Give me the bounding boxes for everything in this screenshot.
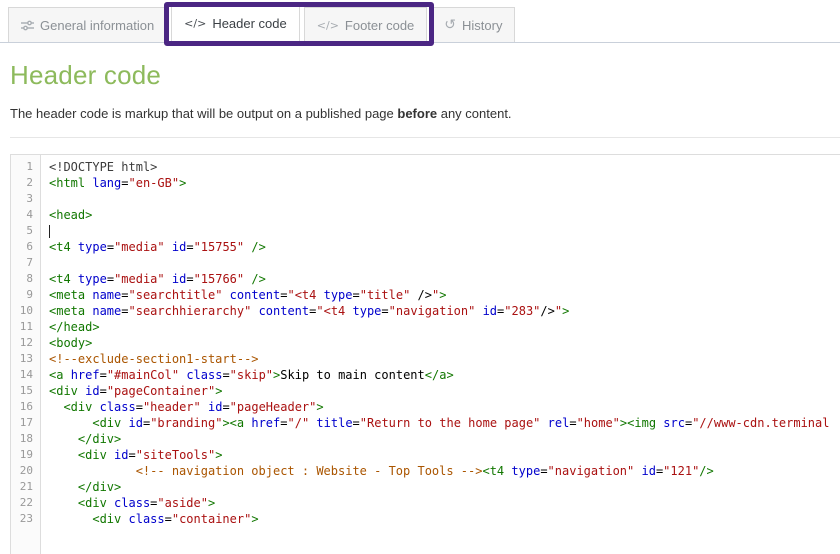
code-line: <meta name="searchhierarchy" content="<t… xyxy=(49,304,570,318)
line-number: 23 xyxy=(19,512,33,525)
line-number: 7 xyxy=(26,256,33,269)
description-bold: before xyxy=(397,106,438,121)
code-line: <div class="container"> xyxy=(92,512,259,526)
code-line: <head> xyxy=(49,208,93,222)
main-content: Header code The header code is markup th… xyxy=(0,60,840,554)
page-description: The header code is markup that will be o… xyxy=(10,106,840,121)
page-title: Header code xyxy=(10,60,162,90)
line-number: 18 xyxy=(19,432,33,445)
tab-header-code[interactable]: </> Header code xyxy=(171,2,300,43)
line-number: 21 xyxy=(19,480,33,493)
line-number: 20 xyxy=(19,464,33,477)
line-number: 15 xyxy=(19,384,33,397)
tab-general-information[interactable]: General information xyxy=(8,7,168,42)
history-icon: ↺ xyxy=(444,16,457,33)
code-line: <a href="#mainCol" class="skip">Skip to … xyxy=(49,368,454,382)
code-line: </head> xyxy=(49,320,100,334)
description-text: The header code is markup that will be o… xyxy=(10,106,398,121)
line-number: 10 xyxy=(19,304,33,317)
code-line: </div> xyxy=(77,432,122,446)
line-number: 19 xyxy=(19,448,33,461)
code-text-area[interactable]: <!DOCTYPE html> <html lang="en-GB"> <head>… xyxy=(41,155,840,554)
line-number: 16 xyxy=(19,400,33,413)
line-number: 9 xyxy=(26,288,33,301)
code-line: <div class="aside"> xyxy=(77,496,216,510)
code-line: <!DOCTYPE html> xyxy=(49,160,158,174)
tab-bar: General information </> Header code </> Foot… xyxy=(0,0,840,43)
line-number: 1 xyxy=(26,160,33,173)
line-number: 6 xyxy=(26,240,33,253)
description-text-after: any content. xyxy=(437,106,512,121)
tab-label: Footer code xyxy=(344,17,415,33)
tab-label: Header code xyxy=(212,16,287,31)
code-line: <div class="header" id="pageHeader"> xyxy=(63,400,324,414)
code-line: <div id="siteTools"> xyxy=(77,448,223,462)
tab-label: General information xyxy=(40,17,155,33)
code-line: <div id="pageContainer"> xyxy=(49,384,223,398)
line-number: 13 xyxy=(19,352,33,365)
code-line: <body> xyxy=(49,336,93,350)
tab-label: History xyxy=(462,17,503,33)
line-number: 22 xyxy=(19,496,33,509)
line-number: 2 xyxy=(26,176,33,189)
code-line: </div> xyxy=(77,480,122,494)
line-number: 4 xyxy=(26,208,33,221)
code-editor[interactable]: 1 2 3 4 5 6 7 8 9 10 11 12 13 14 15 16 17 18 19 20 21 22 23 <!… xyxy=(10,154,840,554)
line-number: 3 xyxy=(26,192,33,205)
line-number: 14 xyxy=(19,368,33,381)
code-line: <t4 type="media" id="15755" /> xyxy=(49,240,266,254)
sliders-icon xyxy=(21,20,34,31)
line-number: 8 xyxy=(26,272,33,285)
header-code-page: { "tabs": { "items": [ { "label": "Gener… xyxy=(0,0,840,554)
tab-history[interactable]: ↺ History xyxy=(431,7,516,42)
line-number: 11 xyxy=(19,320,33,333)
line-number: 12 xyxy=(19,336,33,349)
line-number: 5 xyxy=(26,224,33,237)
tab-footer-code[interactable]: </> Footer code xyxy=(303,7,428,42)
code-line: <div id="branding"><a href="/" title="Re… xyxy=(92,416,830,430)
code-line xyxy=(49,223,840,239)
code-line: <t4 type="media" id="15766" /> xyxy=(49,272,266,286)
code-icon: </> xyxy=(316,18,339,32)
text-cursor xyxy=(49,225,50,238)
code-line: <meta name="searchtitle" content="<t4 ty… xyxy=(49,288,447,302)
line-number: 17 xyxy=(19,416,33,429)
line-number-gutter: 1 2 3 4 5 6 7 8 9 10 11 12 13 14 15 16 17 18 19 20 21 22 23 xyxy=(11,155,41,554)
divider xyxy=(10,137,840,138)
code-line: <!-- navigation object : Website - Top T… xyxy=(135,464,714,478)
code-icon: </> xyxy=(184,17,207,30)
code-line: <!--exclude-section1-start--> xyxy=(49,352,259,366)
code-line: <html lang="en-GB"> xyxy=(49,176,187,190)
